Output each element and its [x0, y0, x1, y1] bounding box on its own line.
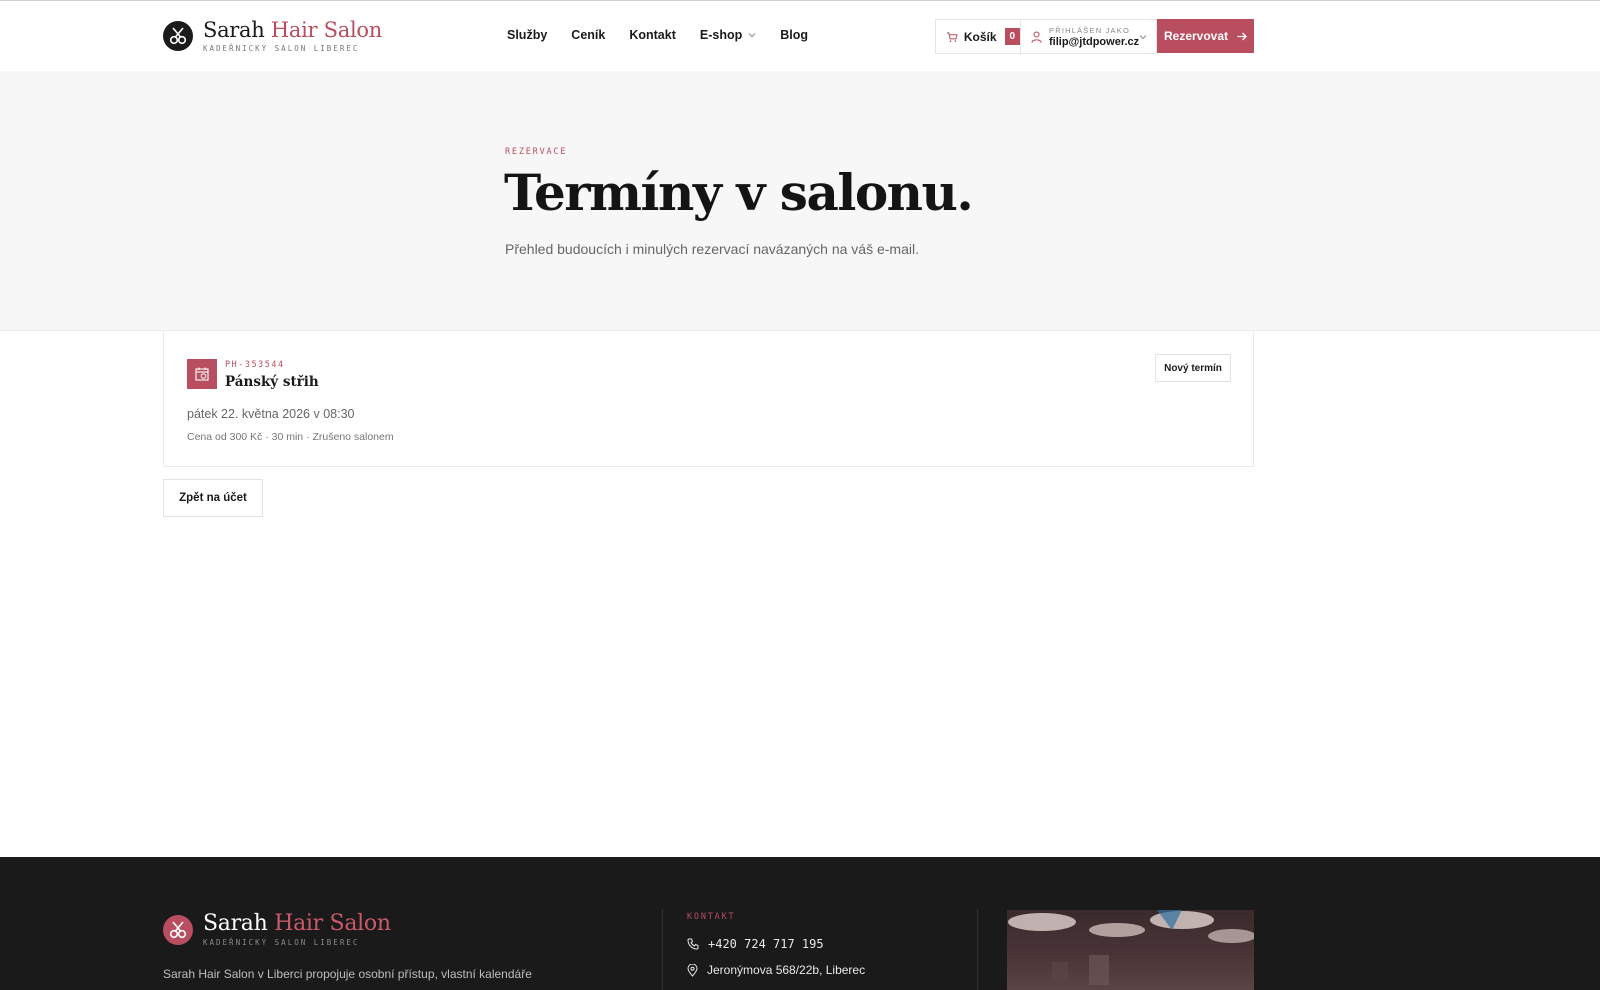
phone-icon — [687, 938, 699, 950]
reservation-service: Pánský střih — [225, 374, 319, 390]
user-label: PŘIHLÁŠEN JAKO — [1049, 25, 1130, 35]
footer-brand-subtitle: KADEŘNICKÝ SALON LIBEREC — [203, 938, 360, 947]
book-button-label: Rezervovat — [1163, 29, 1229, 43]
brand-name: Sarah Hair Salon — [203, 18, 382, 42]
brand-subtitle: KADEŘNICKÝ SALON LIBEREC — [203, 44, 360, 53]
page-hero: REZERVACE Termíny v salonu. Přehled budo… — [0, 71, 1600, 331]
reservation-meta: Cena od 300 Kč · 30 min · Zrušeno salone… — [187, 431, 394, 443]
reservation-date: pátek 22. května 2026 v 08:30 — [187, 407, 355, 421]
calendar-icon — [187, 359, 217, 389]
footer-logo[interactable]: Sarah Hair Salon KADEŘNICKÝ SALON LIBERE… — [163, 913, 391, 947]
hero-description: Přehled budoucích i minulých rezervací n… — [505, 241, 919, 257]
user-icon — [1031, 30, 1042, 43]
main-nav: Služby Ceník Kontakt E-shop Blog — [507, 28, 832, 42]
footer-contact-title: KONTAKT — [687, 912, 736, 922]
footer-divider — [662, 909, 663, 990]
footer-divider — [977, 909, 978, 990]
arrow-right-icon — [1237, 32, 1247, 40]
footer-phone[interactable]: +420 724 717 195 — [687, 937, 824, 951]
cart-button[interactable]: Košík 0 — [935, 19, 1021, 54]
cart-count-badge: 0 — [1004, 28, 1020, 45]
footer-description: Sarah Hair Salon v Liberci propojuje oso… — [163, 967, 532, 981]
reservation-card: PH-353544 Pánský střih pátek 22. května … — [163, 331, 1254, 467]
back-to-account-button[interactable]: Zpět na účet — [163, 479, 263, 517]
user-email: filip@jtdpower.cz — [1049, 35, 1140, 48]
nav-item-kontakt[interactable]: Kontakt — [629, 28, 676, 42]
footer-brand-name: Sarah Hair Salon — [203, 911, 391, 936]
chevron-down-icon — [1139, 35, 1147, 40]
map-pin-icon — [687, 963, 698, 977]
reservation-code: PH-353544 — [225, 360, 285, 370]
site-header: Sarah Hair Salon KADEŘNICKÝ SALON LIBERE… — [0, 0, 1600, 71]
user-account-menu[interactable]: PŘIHLÁŠEN JAKO filip@jtdpower.cz — [1021, 19, 1157, 54]
page-title: Termíny v salonu. — [504, 163, 974, 222]
nav-item-cenik[interactable]: Ceník — [571, 28, 605, 42]
chevron-down-icon — [748, 33, 756, 38]
cart-icon — [946, 31, 958, 42]
book-button[interactable]: Rezervovat — [1157, 19, 1254, 53]
nav-item-sluzby[interactable]: Služby — [507, 28, 547, 42]
scissors-logo-icon — [163, 915, 193, 945]
nav-item-eshop[interactable]: E-shop — [700, 28, 756, 42]
nav-item-blog[interactable]: Blog — [780, 28, 808, 42]
scissors-logo-icon — [163, 21, 193, 51]
cart-label: Košík — [963, 29, 997, 44]
footer-address[interactable]: Jeronýmova 568/22b, Liberec — [687, 963, 865, 977]
new-appointment-button[interactable]: Nový termín — [1155, 354, 1231, 382]
brand-logo[interactable]: Sarah Hair Salon KADEŘNICKÝ SALON LIBERE… — [163, 19, 382, 53]
salon-photo — [1007, 910, 1254, 990]
site-footer: Sarah Hair Salon KADEŘNICKÝ SALON LIBERE… — [0, 857, 1600, 990]
hero-eyebrow: REZERVACE — [505, 147, 568, 157]
